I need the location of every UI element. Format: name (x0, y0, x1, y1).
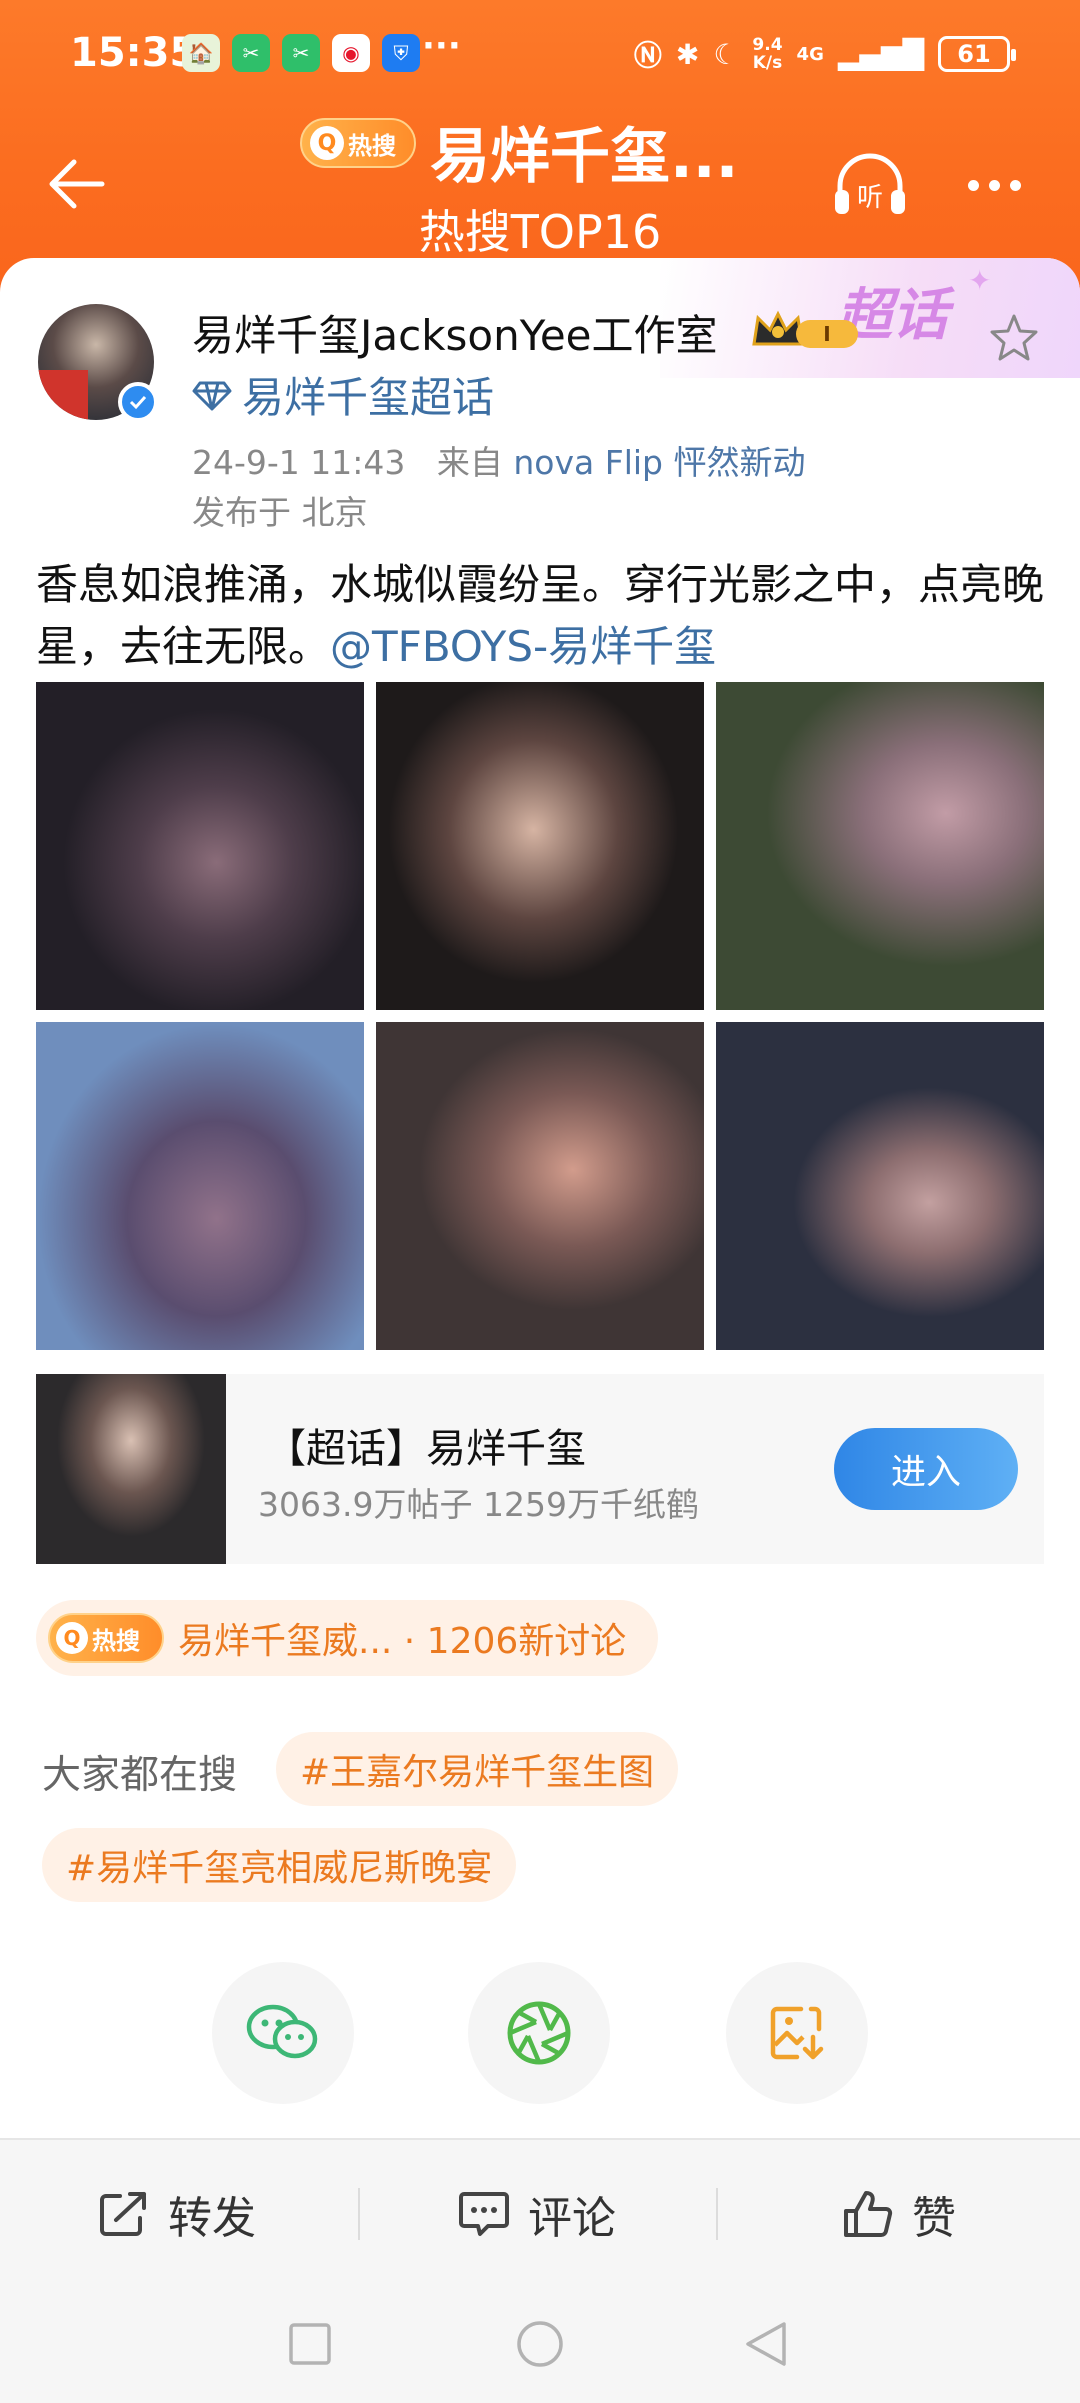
hot-search-badge: Q 热搜 (48, 1613, 164, 1663)
post-location: 发布于 北京 (192, 493, 368, 532)
repost-label: 转发 (168, 2193, 256, 2244)
photo-grid (36, 682, 1044, 1350)
dot (1010, 179, 1021, 191)
divider (358, 2188, 360, 2240)
wechat-share-button[interactable] (212, 1962, 354, 2104)
supertopic-stats: 3063.9万帖子 1259万千纸鹤 (258, 1485, 699, 1524)
hot-search-badge: Q 热搜 (300, 118, 416, 168)
post-photo[interactable] (36, 1022, 364, 1350)
others-search-label: 大家都在搜 (42, 1753, 238, 1798)
author-name[interactable]: 易烊千玺JacksonYee工作室 (192, 302, 718, 363)
comment-label: 评论 (528, 2193, 616, 2244)
aperture-icon (507, 2001, 571, 2065)
crown-level: I (823, 322, 830, 346)
more-options-button[interactable] (968, 170, 1038, 200)
more-notifications-icon: ··· (422, 26, 461, 66)
weibo-icon: ◉ (332, 34, 370, 72)
back-nav-icon[interactable] (742, 2320, 790, 2368)
listen-label: 听 (857, 183, 883, 213)
search-tag[interactable]: #王嘉尔易烊千玺生图 (276, 1732, 679, 1806)
image-download-icon (770, 2006, 824, 2060)
bluetooth-icon: ✱ (675, 37, 700, 71)
supertopic-link[interactable]: 易烊千玺超话 (192, 364, 494, 425)
home-icon[interactable] (516, 2320, 564, 2368)
post-photo[interactable] (376, 1022, 704, 1350)
like-label: 赞 (912, 2193, 956, 2244)
comment-icon (459, 2192, 509, 2236)
search-icon: Q (310, 126, 344, 160)
supertopic-name: 【超话】易烊千玺 (266, 1426, 586, 1472)
mention-link[interactable]: @TFBOYS-易烊千玺 (330, 622, 716, 671)
sports-app-icon-2: ✂ (282, 34, 320, 72)
search-tag[interactable]: #易烊千玺亮相威尼斯晚宴 (42, 1828, 517, 1902)
post-photo[interactable] (716, 682, 1044, 1010)
favorite-star-icon[interactable] (988, 312, 1040, 364)
recent-apps-icon[interactable] (288, 2322, 332, 2366)
like-button[interactable]: 赞 (842, 2140, 956, 2288)
headphones-icon[interactable]: 听 (830, 148, 910, 220)
thumbs-up-icon (844, 2191, 893, 2237)
post-timestamp: 24-9-1 11:43 (192, 443, 406, 482)
comment-button[interactable]: 评论 (458, 2140, 616, 2288)
battery-icon: 61 (938, 36, 1016, 72)
enter-button[interactable]: 进入 (834, 1428, 1018, 1510)
status-indicators: Ⓝ ✱ ☾ 9.4 K/s 4G ▂▄▆█ 61 (633, 34, 1016, 74)
search-icon: Q (56, 1622, 88, 1654)
post-meta: 24-9-1 11:43 来自 nova Flip 怦然新动 (192, 436, 805, 484)
source-prefix: 来自 (436, 443, 503, 482)
dot (968, 179, 979, 191)
hot-search-text: 易烊千玺威... · 1206新讨论 (178, 1621, 627, 1662)
post-photo[interactable] (376, 682, 704, 1010)
page-title: 易烊千玺... (430, 122, 739, 192)
repost-button[interactable]: 转发 (98, 2140, 256, 2288)
signal-type: 4G (796, 43, 824, 65)
supertopic-thumbnail (36, 1374, 226, 1564)
sparkle-icon: ✦ (968, 264, 992, 297)
save-image-button[interactable] (726, 1962, 868, 2104)
moments-share-button[interactable] (468, 1962, 610, 2104)
header-bar: 15:35 🏠 ✂ ✂ ◉ ⛨ ··· Ⓝ ✱ ☾ 9.4 K/s 4G ▂▄▆… (0, 0, 1080, 300)
sports-app-icon: ✂ (232, 34, 270, 72)
verified-icon (118, 382, 158, 422)
status-notification-icons: 🏠 ✂ ✂ ◉ ⛨ (182, 34, 420, 72)
crown-badge-icon: I (752, 310, 858, 348)
diamond-icon (192, 381, 232, 410)
post-photo[interactable] (36, 682, 364, 1010)
system-nav-bar (0, 2286, 1080, 2403)
avatar-accent (38, 370, 88, 420)
post-photo[interactable] (716, 1022, 1044, 1350)
supertopic-card[interactable]: 【超话】易烊千玺 3063.9万帖子 1259万千纸鹤 进入 (36, 1374, 1044, 1564)
status-bar: 15:35 🏠 ✂ ✂ ◉ ⛨ ··· Ⓝ ✱ ☾ 9.4 K/s 4G ▂▄▆… (0, 0, 1080, 110)
moon-icon: ☾ (713, 37, 739, 71)
net-speed: 9.4 K/s (752, 35, 783, 73)
post-action-bar: 转发 评论 赞 (0, 2138, 1080, 2286)
hot-search-pill[interactable]: Q 热搜 易烊千玺威... · 1206新讨论 (36, 1600, 659, 1676)
signal-icon: ▂▄▆█ (837, 37, 924, 71)
dot (989, 179, 1000, 191)
post-source[interactable]: nova Flip 怦然新动 (513, 443, 805, 482)
nfc-icon: Ⓝ (633, 39, 662, 72)
shield-icon: ⛨ (382, 34, 420, 72)
post-text: 香息如浪推涌，水城似霞纷呈。穿行光影之中，点亮晚星，去往无限。@TFBOYS-易… (36, 554, 1046, 678)
repost-icon (100, 2192, 146, 2236)
status-time: 15:35 (70, 30, 198, 76)
app-notification-icon: 🏠 (182, 34, 220, 72)
divider (716, 2188, 718, 2240)
wechat-icon (246, 2004, 318, 2059)
page-subtitle: 热搜TOP16 (418, 205, 662, 259)
